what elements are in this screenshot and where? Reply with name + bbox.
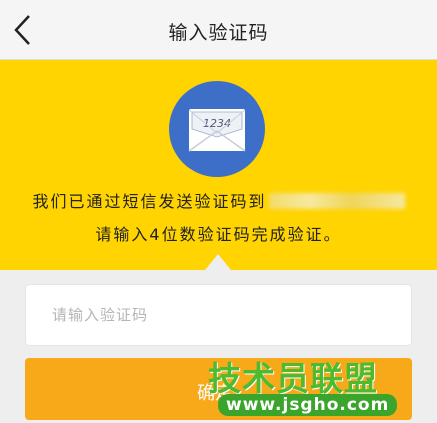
verification-code-input[interactable] [25,284,412,346]
sms-sent-text: 我们已通过短信发送验证码到 [32,192,267,211]
confirm-button-label: 确定 [197,383,233,404]
top-bar: 输入验证码 [0,0,437,60]
banner-notch [205,254,231,270]
page-title: 输入验证码 [168,22,269,44]
mail-badge: 1234 [169,81,265,177]
info-banner: 1234 我们已通过短信发送验证码到 请输入4位数验证码完成验证。 [0,60,437,270]
envelope-icon: 1234 [188,109,246,152]
envelope-code: 1234 [203,117,231,130]
enter-code-instruction: 请输入4位数验证码完成验证。 [95,225,342,244]
masked-phone-number [268,193,405,209]
sms-sent-message: 我们已通过短信发送验证码到 [0,188,437,212]
confirm-button[interactable]: 确定 [25,358,412,420]
